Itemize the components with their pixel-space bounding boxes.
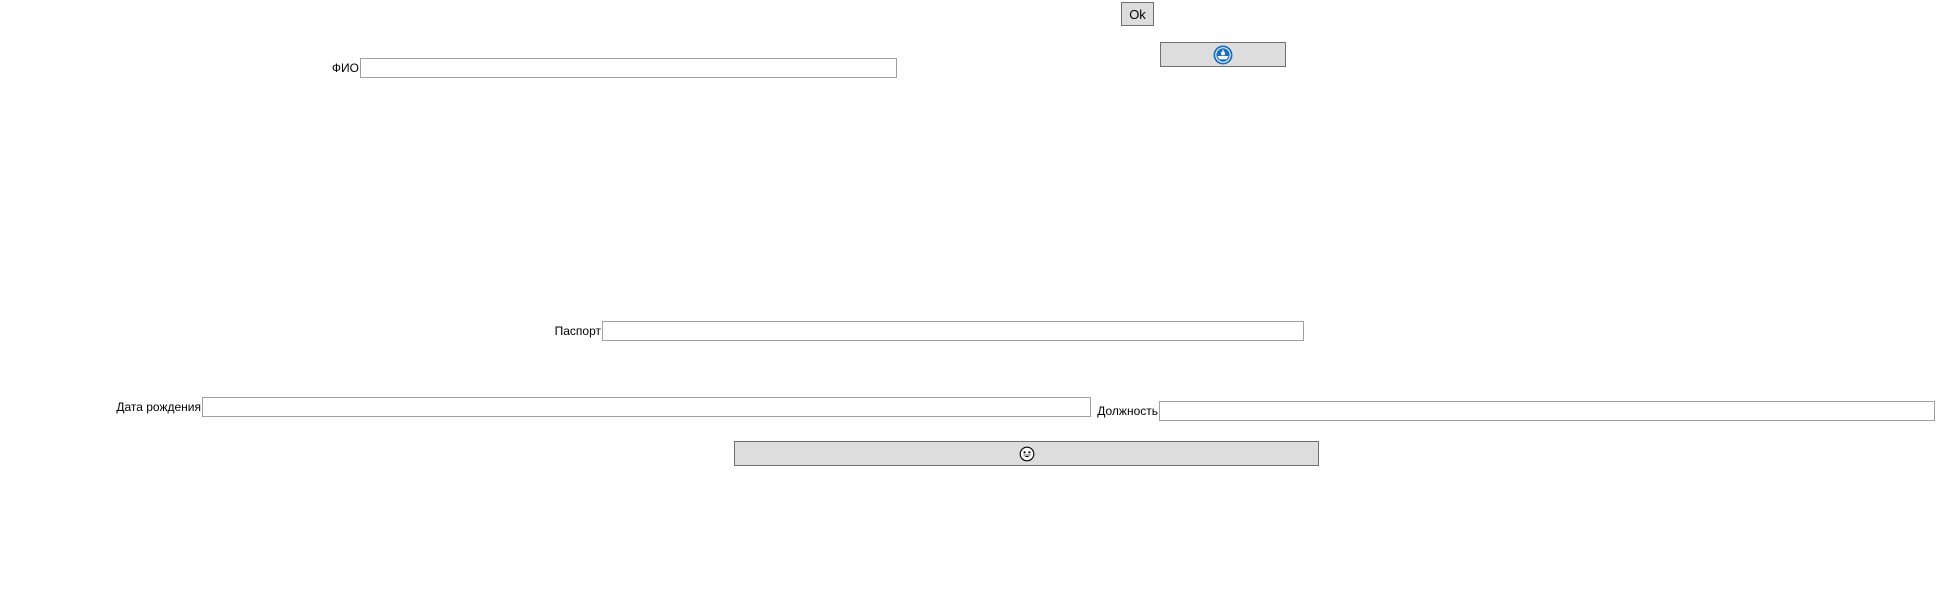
birth-date-field[interactable] — [202, 397, 1091, 417]
ok-button[interactable]: Ok — [1121, 2, 1154, 26]
fio-label: ФИО — [331, 61, 359, 75]
position-label: Должность — [1097, 404, 1158, 418]
position-field[interactable] — [1159, 401, 1935, 421]
birth-date-label: Дата рождения — [116, 400, 201, 414]
ship-badge-icon — [1213, 45, 1233, 65]
fio-field[interactable] — [360, 58, 897, 78]
smiley-icon-button[interactable] — [734, 441, 1319, 466]
passport-field[interactable] — [602, 321, 1304, 341]
passport-label: Паспорт — [554, 324, 601, 338]
ship-icon-button[interactable] — [1160, 42, 1286, 67]
smiley-face-icon — [1019, 446, 1035, 462]
